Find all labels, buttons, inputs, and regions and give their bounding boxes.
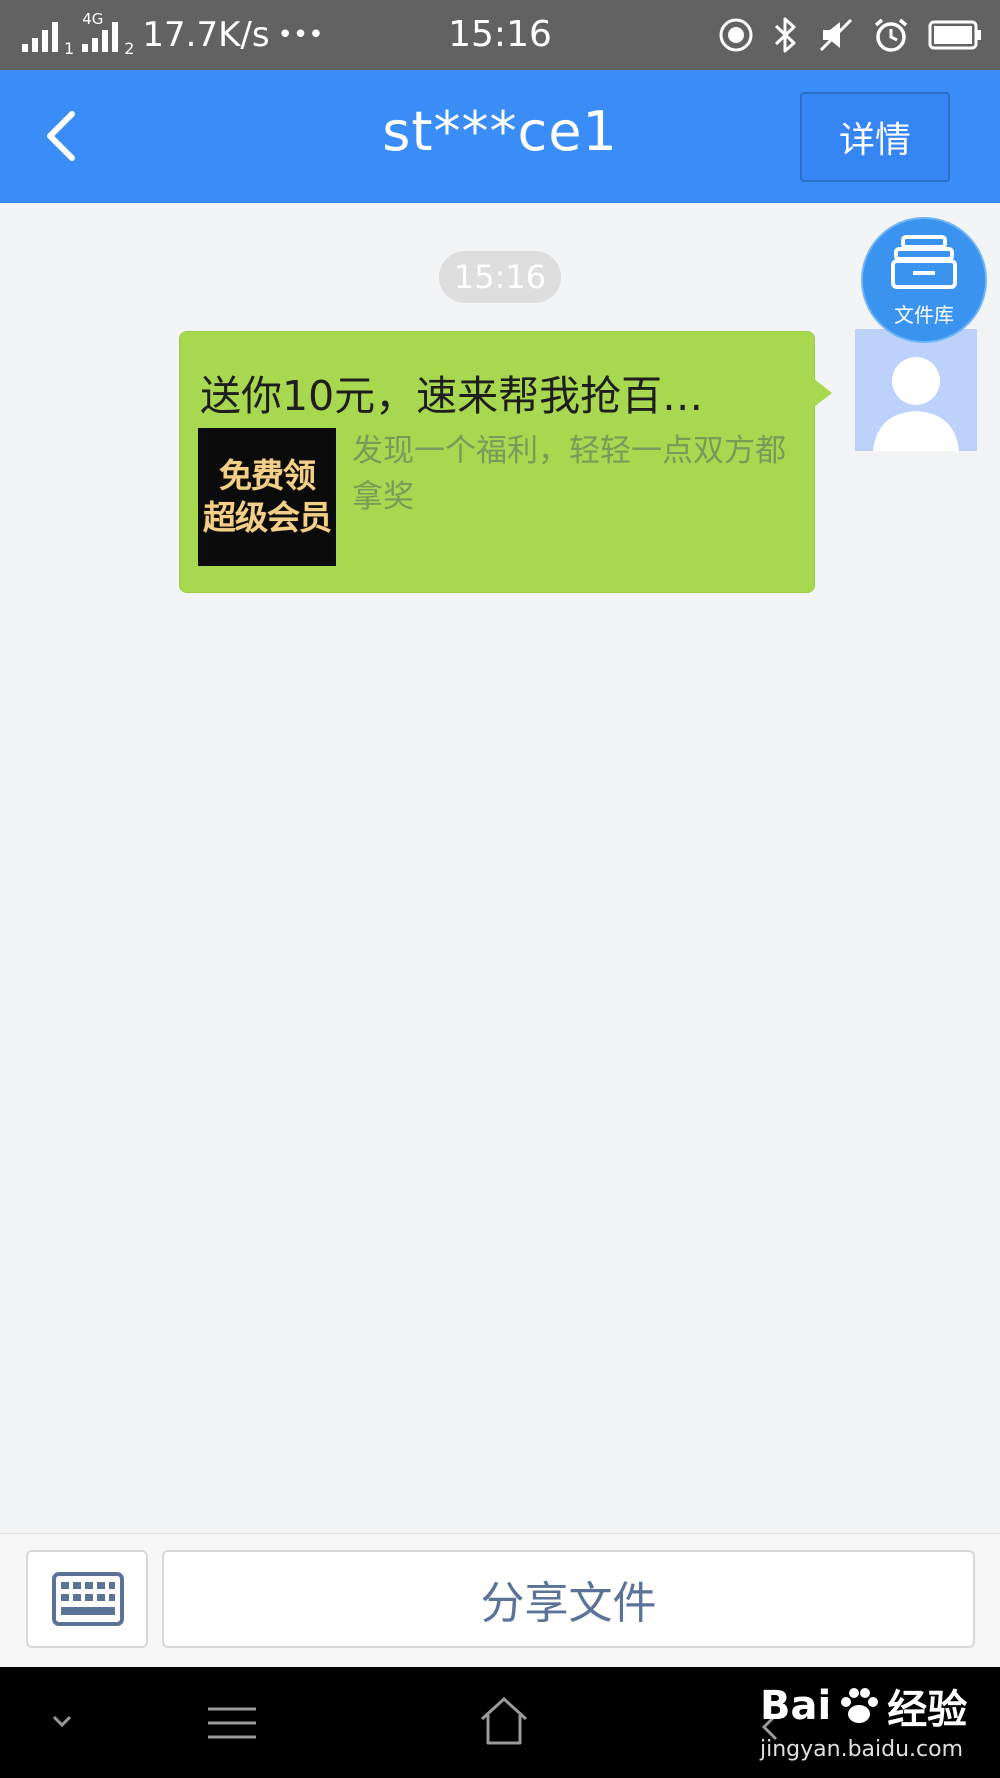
system-nav-bar: Bai 经验 jingyan.baidu.com: [0, 1667, 1000, 1778]
mute-icon: [819, 18, 853, 52]
message-card[interactable]: 送你10元，速来帮我抢百… 免费领 超级会员 发现一个福利，轻轻一点双方都拿奖: [179, 331, 815, 593]
share-file-button[interactable]: 分享文件: [162, 1550, 975, 1648]
user-avatar-icon: [873, 357, 959, 451]
promo-thumbnail-line1: 免费领: [219, 456, 316, 495]
baidu-watermark: Bai 经验 jingyan.baidu.com: [760, 1677, 967, 1762]
battery-icon: [928, 20, 981, 50]
avatar[interactable]: [855, 329, 977, 451]
location-icon: [719, 18, 753, 52]
menu-icon[interactable]: [204, 1703, 260, 1743]
paw-icon: [841, 1688, 879, 1723]
baidu-logo: Bai 经验: [760, 1677, 967, 1735]
chat-area[interactable]: 15:16 送你10元，速来帮我抢百… 免费领 超级会员 发现一个福利，轻轻一点…: [0, 203, 1000, 1533]
bubble-tail: [814, 379, 832, 407]
alarm-icon: [874, 18, 908, 52]
file-library-button[interactable]: 文件库: [861, 217, 987, 343]
details-button[interactable]: 详情: [800, 92, 950, 182]
bluetooth-icon: [774, 17, 796, 53]
message-timestamp: 15:16: [439, 251, 561, 303]
promo-thumbnail-line2: 超级会员: [203, 498, 332, 537]
bottom-bar: 分享文件: [0, 1533, 1000, 1668]
baidu-brand-a: Bai: [760, 1683, 832, 1729]
message-description: 发现一个福利，轻轻一点双方都拿奖: [352, 433, 786, 515]
status-bar: 1 4G 2 17.7K/s ••• 15:16: [0, 0, 1000, 70]
chevron-down-icon[interactable]: [44, 1707, 80, 1737]
watermark-url: jingyan.baidu.com: [760, 1737, 964, 1762]
keyboard-toggle-button[interactable]: [26, 1550, 148, 1648]
status-right: [718, 12, 982, 58]
promo-thumbnail: 免费领 超级会员: [198, 428, 336, 566]
app-bar: st***ce1 详情: [0, 70, 1000, 203]
home-icon[interactable]: [476, 1693, 532, 1749]
keyboard-icon: [52, 1572, 124, 1626]
file-library-icon: [891, 235, 957, 289]
message-title: 送你10元，速来帮我抢百…: [200, 372, 704, 420]
baidu-brand-b: 经验: [887, 1687, 968, 1733]
file-library-label: 文件库: [894, 303, 954, 327]
